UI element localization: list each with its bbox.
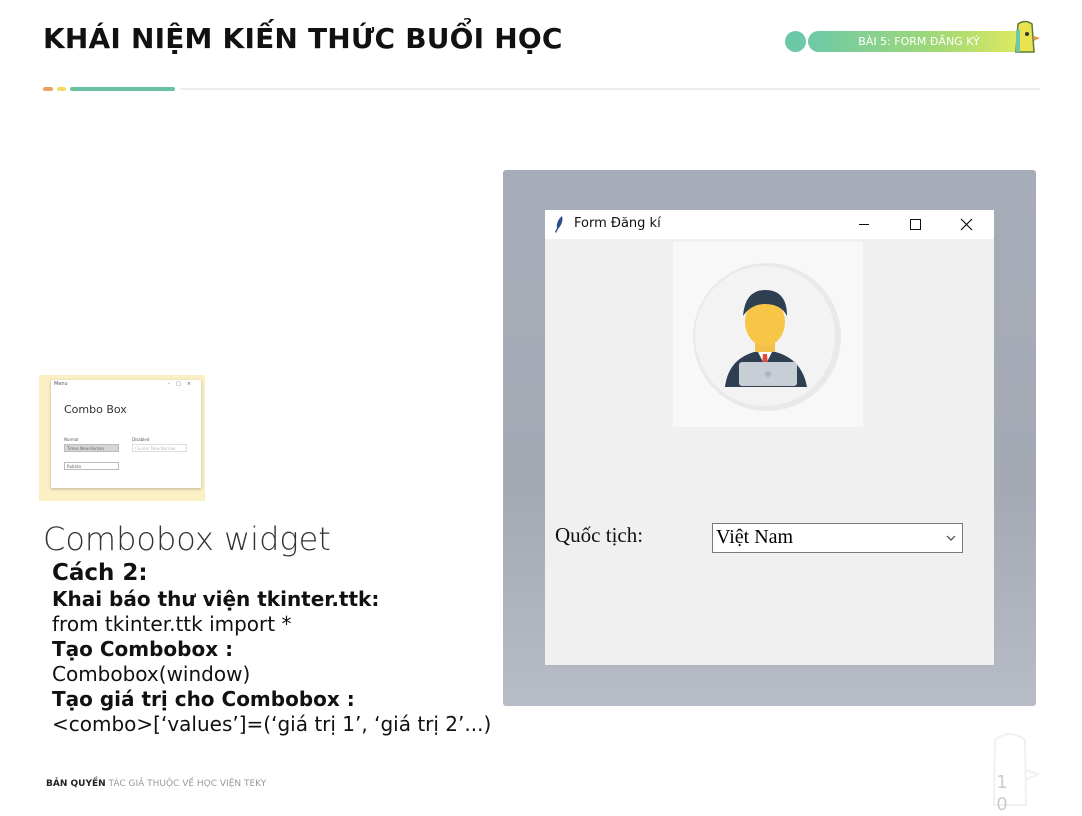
copyright-text: TÁC GIẢ THUỘC VỀ HỌC VIỆN TEKY — [108, 779, 267, 789]
title-accent-yellow — [57, 87, 66, 91]
close-icon[interactable] — [943, 210, 989, 239]
tk-window: Form Đăng kí Quốc tịch: Việt Nam — [545, 210, 994, 665]
chevron-down-icon[interactable] — [946, 534, 956, 542]
thumbnail-window-controls: –□× — [167, 381, 197, 387]
page-number: 1 0 — [996, 772, 1008, 815]
instruction-lines: Cách 2: Khai báo thư viện tkinter.ttk: f… — [52, 560, 491, 737]
step-import-code: from tkinter.ttk import * — [52, 612, 292, 636]
watermark-mascot-icon — [992, 733, 1040, 806]
thumbnail-window-title: Menu — [54, 381, 68, 387]
combobox-preview-thumbnail: Menu –□× Combo Box Normal Disabled Times… — [39, 375, 205, 501]
copyright-bold: BẢN QUYỀN — [46, 779, 106, 789]
feather-icon — [555, 216, 563, 233]
title-accent-orange — [43, 87, 53, 91]
copyright-footer: BẢN QUYỀN TÁC GIẢ THUỘC VỀ HỌC VIỆN TEKY — [46, 779, 266, 789]
method-heading: Cách 2: — [52, 560, 148, 586]
thumbnail-combo-normal: Times New Roman — [64, 444, 119, 452]
user-avatar — [673, 242, 863, 427]
thumbnail-label-disabled: Disabled — [132, 437, 150, 442]
maximize-icon[interactable] — [892, 210, 938, 239]
thumbnail-combo-roboto: Roboto — [64, 462, 119, 470]
step-create-heading: Tạo Combobox : — [52, 637, 234, 661]
screenshot-frame: Form Đăng kí Quốc tịch: Việt Nam — [503, 170, 1036, 706]
step-values-heading: Tạo giá trị cho Combobox : — [52, 687, 355, 711]
page-title: KHÁI NIỆM KIẾN THỨC BUỔI HỌC — [43, 22, 563, 55]
thumbnail-label-normal: Normal — [64, 437, 79, 442]
tk-titlebar: Form Đăng kí — [545, 210, 994, 239]
thumbnail-window: Menu –□× Combo Box Normal Disabled Times… — [51, 380, 201, 488]
minimize-icon[interactable] — [841, 210, 887, 239]
nationality-combobox-value: Việt Nam — [716, 526, 794, 548]
header-divider — [180, 88, 1040, 90]
lesson-badge: BÀI 5: FORM ĐĂNG KÝ — [808, 31, 1030, 52]
lesson-dot — [785, 31, 806, 52]
thumbnail-heading: Combo Box — [64, 403, 127, 416]
tk-window-title: Form Đăng kí — [574, 216, 661, 231]
nationality-label: Quốc tịch: — [555, 523, 644, 547]
step-values-code: <combo>[‘values’]=(‘giá trị 1’, ‘giá trị… — [52, 712, 492, 736]
title-accent-green — [70, 87, 175, 91]
nationality-combobox[interactable]: Việt Nam — [712, 523, 963, 553]
mascot-icon — [1015, 20, 1040, 53]
thumbnail-combo-disabled: Courier New Narrow — [132, 444, 187, 452]
step-import-heading: Khai báo thư viện tkinter.ttk: — [52, 587, 380, 611]
step-create-code: Combobox(window) — [52, 662, 251, 686]
section-subtitle: Combobox widget — [43, 520, 331, 558]
